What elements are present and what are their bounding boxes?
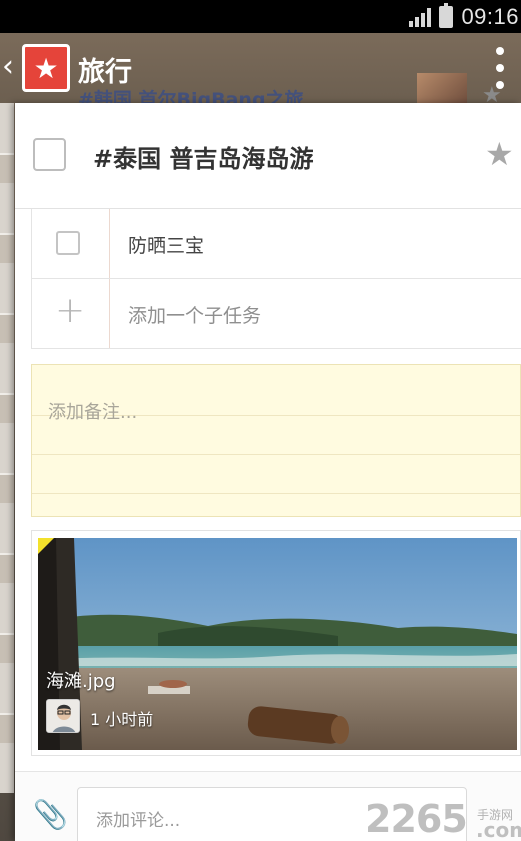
signal-bars-icon	[409, 7, 432, 27]
task-title[interactable]: #泰国 普吉岛海岛游	[93, 139, 313, 174]
star-icon[interactable]: ★	[485, 136, 514, 172]
avatar	[46, 699, 80, 733]
attachment-file-name: 海滩.jpg	[46, 671, 116, 692]
background-list-edge	[0, 103, 14, 793]
watermark-logo: 2265	[365, 797, 468, 841]
star-logo-icon[interactable]: ★	[22, 44, 70, 92]
battery-icon	[439, 2, 454, 28]
subtask-checkbox[interactable]	[56, 231, 80, 255]
subtask-label[interactable]: 防晒三宝	[128, 231, 204, 258]
paperclip-icon[interactable]: 📎	[33, 800, 68, 830]
status-time: 09:16	[461, 3, 519, 29]
watermark-suffix: .com	[476, 818, 521, 841]
task-detail-panel: #泰国 普吉岛海岛游 ★ 防晒三宝 + 添加一个子任务 添加备注... 海滩.j…	[15, 103, 521, 841]
add-subtask-row[interactable]: + 添加一个子任务	[32, 279, 521, 349]
chevron-left-icon[interactable]: ‹	[2, 52, 14, 82]
subtask-list: 防晒三宝 + 添加一个子任务	[31, 209, 521, 349]
notes-field[interactable]: 添加备注...	[31, 364, 521, 517]
task-complete-checkbox[interactable]	[33, 138, 66, 171]
add-subtask-input[interactable]: 添加一个子任务	[128, 301, 261, 328]
app-toolbar: ‹ ★ 旅行 #韩国 首尔BigBang之旅 ★	[0, 33, 521, 111]
status-bar: 09:16	[0, 0, 521, 33]
attachment-card[interactable]: 海滩.jpg 1 小时前	[31, 530, 521, 756]
background-item-thumbnail	[417, 73, 467, 107]
upload-time: 1 小时前	[90, 710, 154, 729]
subtask-row: 防晒三宝	[32, 209, 521, 279]
list-title: 旅行	[78, 57, 132, 88]
status-icons: 09:16	[409, 0, 521, 33]
task-header: #泰国 普吉岛海岛游 ★	[15, 103, 521, 209]
plus-icon[interactable]: +	[55, 291, 85, 331]
notes-placeholder[interactable]: 添加备注...	[48, 398, 137, 424]
